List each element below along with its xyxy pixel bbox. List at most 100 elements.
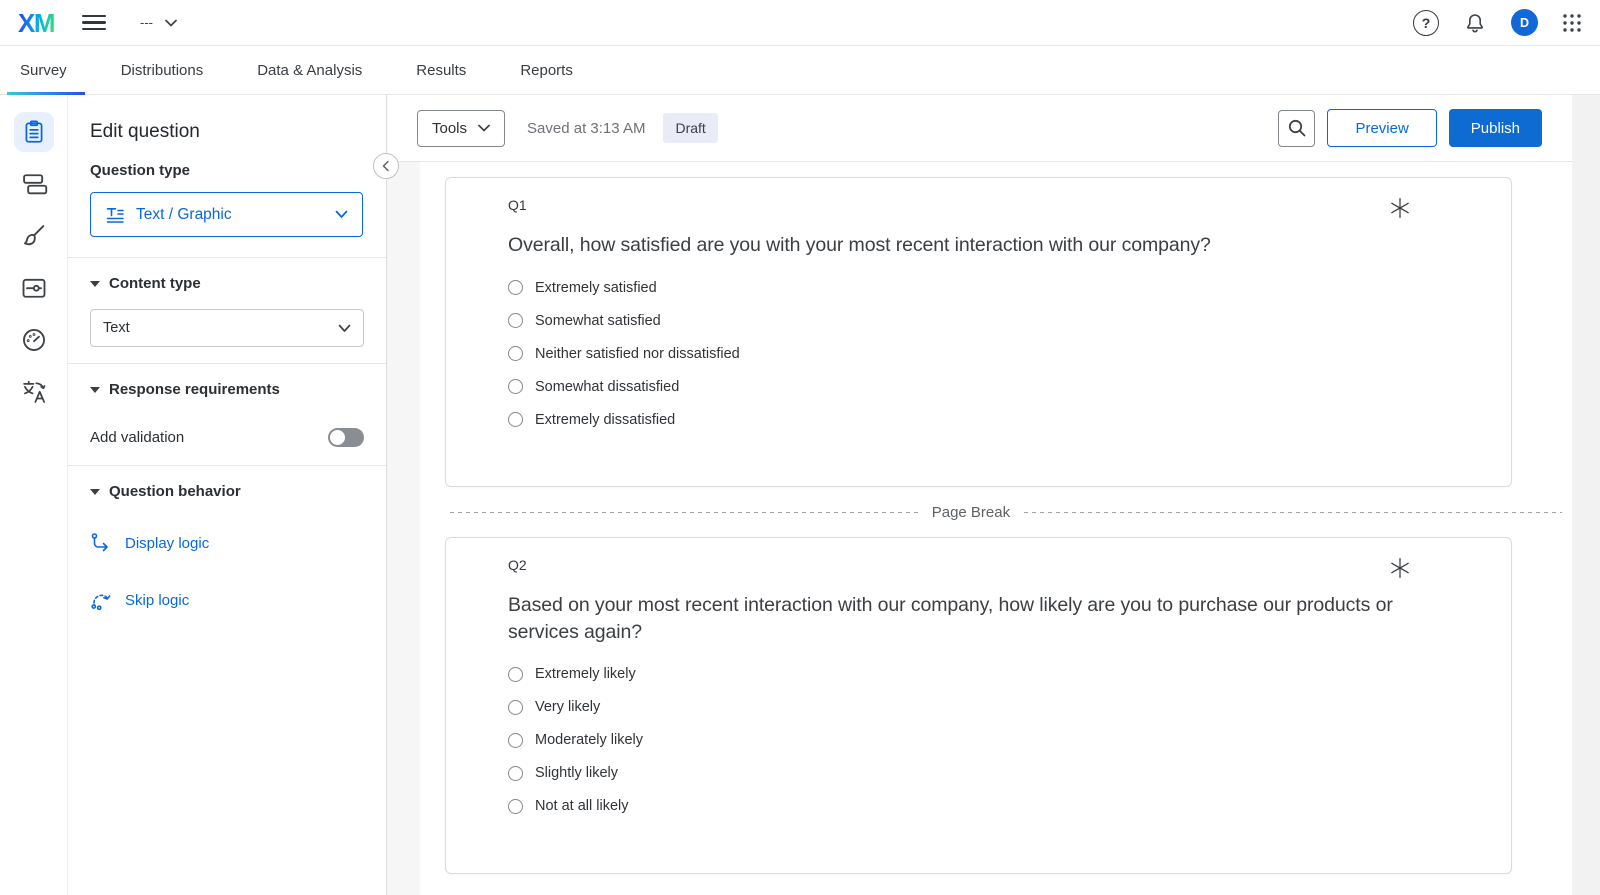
radio-button[interactable] xyxy=(508,313,523,328)
clipboard-icon xyxy=(21,119,47,145)
answer-option[interactable]: Very likely xyxy=(508,691,1411,724)
question-type-label: Question type xyxy=(90,162,364,179)
scrollbar-gutter[interactable] xyxy=(1572,95,1600,895)
top-navbar: XM --- ? D xyxy=(0,0,1600,46)
question-behavior-section: Question behavior Display logic xyxy=(68,466,386,611)
sidebar-item-builder[interactable] xyxy=(14,112,54,152)
chevron-down-icon xyxy=(478,124,490,132)
page-break-line xyxy=(450,512,918,513)
paintbrush-icon xyxy=(20,222,48,250)
question-text[interactable]: Overall, how satisfied are you with your… xyxy=(508,232,1411,258)
settings-sliders-icon xyxy=(20,274,48,302)
xm-logo[interactable]: XM xyxy=(18,10,54,36)
response-requirements-header[interactable]: Response requirements xyxy=(90,381,364,398)
help-icon[interactable]: ? xyxy=(1413,10,1439,36)
content-type-select[interactable]: Text xyxy=(90,309,364,347)
status-badge: Draft xyxy=(663,113,717,143)
survey-editor-main: Tools Saved at 3:13 AM Draft Preview Pub… xyxy=(387,95,1600,895)
chevron-down-icon xyxy=(338,324,351,333)
project-tabbar: Survey Distributions Data & Analysis Res… xyxy=(0,46,1600,95)
toggle-knob xyxy=(330,430,345,445)
text-graphic-icon xyxy=(105,205,125,225)
translate-icon xyxy=(20,378,48,406)
asterisk-icon xyxy=(1389,197,1411,219)
asterisk-icon xyxy=(1389,557,1411,579)
question-type-dropdown[interactable]: Text / Graphic xyxy=(90,192,363,237)
question-card-q1[interactable]: Q1 Overall, how satisfied are you wi xyxy=(445,177,1512,487)
panel-title: Edit question xyxy=(90,121,364,143)
skip-logic-link[interactable]: Skip logic xyxy=(90,589,364,611)
page-break[interactable]: Page Break xyxy=(450,499,1562,525)
response-requirements-section: Response requirements Add validation xyxy=(68,364,386,447)
tab-results[interactable]: Results xyxy=(389,46,493,94)
answer-options: Extremely likely Very likely Moderately … xyxy=(508,658,1411,823)
chevron-left-icon xyxy=(381,160,391,172)
caret-down-icon xyxy=(90,281,100,287)
canvas-left-gutter xyxy=(387,162,420,895)
content-type-value: Text xyxy=(103,320,130,336)
radio-button[interactable] xyxy=(508,700,523,715)
radio-button[interactable] xyxy=(508,799,523,814)
answer-option[interactable]: Extremely dissatisfied xyxy=(508,403,1411,436)
apps-grid-icon[interactable] xyxy=(1562,13,1582,33)
collapse-panel-button[interactable] xyxy=(373,153,399,179)
menu-icon[interactable] xyxy=(82,15,106,31)
tab-distributions[interactable]: Distributions xyxy=(94,46,231,94)
project-switcher[interactable]: --- xyxy=(140,15,177,30)
toolbar-actions: Preview Publish xyxy=(1278,109,1542,147)
tab-survey[interactable]: Survey xyxy=(20,46,94,94)
radio-button[interactable] xyxy=(508,667,523,682)
page-break-line xyxy=(1024,512,1562,513)
tab-data-analysis[interactable]: Data & Analysis xyxy=(230,46,389,94)
radio-button[interactable] xyxy=(508,346,523,361)
answer-option[interactable]: Extremely likely xyxy=(508,658,1411,691)
qualtrics-survey-editor: XM --- ? D Survey xyxy=(0,0,1600,895)
add-validation-toggle[interactable] xyxy=(328,428,364,447)
navbar-actions: ? D xyxy=(1413,9,1582,36)
radio-button[interactable] xyxy=(508,733,523,748)
question-text[interactable]: Based on your most recent interaction wi… xyxy=(508,592,1411,645)
answer-option[interactable]: Extremely satisfied xyxy=(508,271,1411,304)
chevron-down-icon xyxy=(335,210,348,219)
project-name: --- xyxy=(140,15,153,30)
search-icon xyxy=(1287,118,1307,138)
add-validation-row: Add validation xyxy=(90,428,364,447)
survey-canvas: Q1 Overall, how satisfied are you wi xyxy=(420,162,1572,895)
sidebar-item-survey-flow[interactable] xyxy=(14,164,54,204)
radio-button[interactable] xyxy=(508,379,523,394)
answer-option[interactable]: Somewhat dissatisfied xyxy=(508,370,1411,403)
chevron-down-icon xyxy=(165,19,177,27)
content-type-section: Content type Text xyxy=(68,258,386,347)
preview-button[interactable]: Preview xyxy=(1327,109,1436,147)
publish-button[interactable]: Publish xyxy=(1449,109,1542,147)
question-behavior-header[interactable]: Question behavior xyxy=(90,483,364,500)
radio-button[interactable] xyxy=(508,766,523,781)
sidebar-item-quotas[interactable] xyxy=(14,320,54,360)
search-button[interactable] xyxy=(1278,110,1315,147)
survey-flow-icon xyxy=(20,170,48,198)
tab-reports[interactable]: Reports xyxy=(493,46,600,94)
survey-canvas-wrap: Q1 Overall, how satisfied are you wi xyxy=(387,162,1572,895)
sidebar-item-survey-options[interactable] xyxy=(14,268,54,308)
content-type-section-header[interactable]: Content type xyxy=(90,275,364,292)
notifications-bell-icon[interactable] xyxy=(1463,11,1487,35)
answer-options: Extremely satisfied Somewhat satisfied N… xyxy=(508,271,1411,436)
answer-option[interactable]: Neither satisfied nor dissatisfied xyxy=(508,337,1411,370)
display-logic-link[interactable]: Display logic xyxy=(90,532,364,554)
tools-dropdown[interactable]: Tools xyxy=(417,110,505,147)
caret-down-icon xyxy=(90,489,100,495)
radio-button[interactable] xyxy=(508,412,523,427)
question-type-value: Text / Graphic xyxy=(136,206,232,224)
sidebar-item-translations[interactable] xyxy=(14,372,54,412)
user-avatar[interactable]: D xyxy=(1511,9,1538,36)
sidebar-item-look-and-feel[interactable] xyxy=(14,216,54,256)
answer-option[interactable]: Slightly likely xyxy=(508,757,1411,790)
autosave-status: Saved at 3:13 AM xyxy=(527,120,645,137)
editor-toolbar: Tools Saved at 3:13 AM Draft Preview Pub… xyxy=(387,95,1572,162)
radio-button[interactable] xyxy=(508,280,523,295)
answer-option[interactable]: Somewhat satisfied xyxy=(508,304,1411,337)
add-validation-label: Add validation xyxy=(90,429,184,446)
question-card-q2[interactable]: Q2 Based on your most recent interac xyxy=(445,537,1512,874)
answer-option[interactable]: Not at all likely xyxy=(508,790,1411,823)
answer-option[interactable]: Moderately likely xyxy=(508,724,1411,757)
